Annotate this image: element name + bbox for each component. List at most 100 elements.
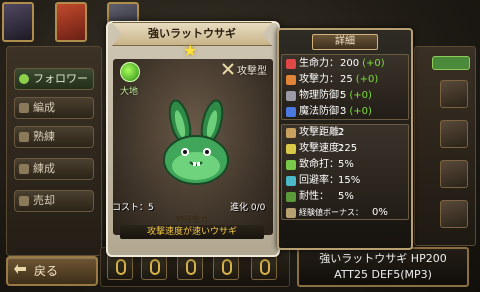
sword-icon bbox=[286, 75, 296, 85]
resist-icon bbox=[286, 192, 296, 202]
range-icon bbox=[286, 128, 296, 138]
side-tab-formation[interactable]: 編成 bbox=[14, 97, 94, 119]
stat-row: 経験値ボーナス： 0% bbox=[282, 205, 410, 221]
follower-thumbnail[interactable] bbox=[440, 80, 468, 108]
evolution-label: 進化 0/0 bbox=[230, 203, 266, 213]
equipment-slot[interactable] bbox=[107, 254, 133, 280]
slot-icon bbox=[150, 259, 160, 275]
stat-number: 15% bbox=[338, 175, 361, 186]
magic-shield-icon bbox=[286, 107, 296, 117]
stat-bonus: (+0) bbox=[362, 58, 385, 69]
element-label: 大地 bbox=[120, 87, 139, 97]
cost-label: コスト：5 bbox=[112, 203, 154, 213]
evasion-icon bbox=[286, 176, 296, 186]
stat-row: 致命打： 5% bbox=[282, 157, 410, 173]
stat-row: 攻撃距離： 2 bbox=[282, 125, 410, 141]
stat-number: 5% bbox=[338, 159, 354, 170]
stat-value: 2 bbox=[338, 125, 344, 141]
follower-thumbnail[interactable] bbox=[440, 120, 468, 148]
sell-icon bbox=[19, 196, 29, 206]
stat-bonus: (+0) bbox=[349, 90, 372, 101]
stat-number: 5% bbox=[338, 191, 354, 202]
stat-row: 魔法防御： 3 (+0) bbox=[282, 104, 410, 120]
stat-value: 5% bbox=[338, 157, 354, 173]
side-tab-label: 売却 bbox=[33, 194, 55, 207]
stat-number: 200 bbox=[340, 58, 360, 69]
stat-value: 25 (+0) bbox=[340, 72, 378, 88]
slot-icon bbox=[186, 259, 196, 275]
combat-stats-box: 攻撃距離： 2 攻撃速度： 225 致命打： 5% 回避率： 15% 耐性： 5% 経験値ボーナス：… bbox=[281, 124, 409, 220]
stat-number: 5 bbox=[340, 90, 347, 101]
formation-icon bbox=[19, 103, 29, 113]
heart-icon bbox=[286, 59, 296, 69]
summary-line-1: 強いラットウサギ HP200 bbox=[319, 252, 447, 265]
stat-label: 攻撃力： bbox=[299, 74, 339, 85]
party-portrait-1[interactable] bbox=[2, 2, 34, 42]
side-tab-training[interactable]: 練成 bbox=[14, 158, 94, 180]
follower-thumbnail[interactable] bbox=[440, 160, 468, 188]
slot-icon bbox=[116, 259, 126, 275]
equipment-slot[interactable] bbox=[141, 254, 167, 280]
summary-line-2: ATT25 DEF5(MP3) bbox=[334, 268, 432, 281]
back-button-label: 戻る bbox=[34, 264, 59, 278]
back-button[interactable]: 戻る bbox=[6, 256, 98, 286]
stat-label: 耐性： bbox=[299, 191, 329, 202]
side-tab-mastery[interactable]: 熟練 bbox=[14, 126, 94, 148]
stat-row: 耐性： 5% bbox=[282, 189, 410, 205]
details-tab[interactable]: 詳細 bbox=[312, 34, 378, 50]
side-tab-sell[interactable]: 売却 bbox=[14, 190, 94, 212]
stat-value: 225 bbox=[338, 141, 357, 157]
stat-row: 攻撃力： 25 (+0) bbox=[282, 72, 410, 88]
attack-type-label: 攻撃型 bbox=[237, 66, 267, 77]
side-tab-label: 練成 bbox=[33, 162, 55, 175]
stat-row: 回避率： 15% bbox=[282, 173, 410, 189]
mastery-icon bbox=[19, 132, 29, 142]
selected-unit-summary: 強いラットウサギ HP200 ATT25 DEF5(MP3) bbox=[297, 247, 469, 287]
stat-number: 0% bbox=[372, 207, 388, 218]
speed-icon bbox=[286, 144, 296, 154]
stat-row: 生命力： 200 (+0) bbox=[282, 56, 410, 72]
stat-value: 0% bbox=[372, 205, 388, 221]
stat-value: 15% bbox=[338, 173, 360, 189]
slot-icon bbox=[260, 259, 270, 275]
skill-title: 特殊能力 bbox=[176, 215, 208, 224]
stat-number: 225 bbox=[338, 143, 358, 154]
side-tab-label: フォロワー bbox=[33, 72, 88, 85]
star-icon: ★ bbox=[183, 41, 198, 60]
slot-icon bbox=[222, 259, 232, 275]
exp-bonus-icon bbox=[286, 208, 296, 218]
stat-value: 5% bbox=[338, 189, 354, 205]
stat-bonus: (+0) bbox=[349, 106, 372, 117]
training-icon bbox=[19, 164, 29, 174]
stat-value: 5 (+0) bbox=[340, 88, 372, 104]
skill-description: 攻撃速度が速いウサギ bbox=[120, 225, 264, 239]
stat-number: 25 bbox=[340, 74, 353, 85]
base-stats-box: 生命力： 200 (+0) 攻撃力： 25 (+0) 物理防御： 5 (+0) 魔法防御： 3 (+0… bbox=[281, 54, 409, 120]
follower-icon bbox=[19, 74, 29, 84]
rat-rabbit-monster-icon bbox=[163, 99, 229, 185]
equipment-slot[interactable] bbox=[177, 254, 203, 280]
stat-row: 物理防御： 5 (+0) bbox=[282, 88, 410, 104]
follower-thumbnail[interactable] bbox=[440, 200, 468, 228]
stat-label: 回避率： bbox=[299, 175, 339, 186]
side-tab-label: 編成 bbox=[33, 101, 55, 114]
crossed-swords-icon bbox=[222, 63, 234, 75]
stat-row: 攻撃速度： 225 bbox=[282, 141, 410, 157]
side-tab-follower[interactable]: フォロワー bbox=[14, 68, 94, 90]
stat-label: 生命力： bbox=[299, 58, 339, 69]
equipment-slot[interactable] bbox=[251, 254, 277, 280]
party-portrait-2[interactable] bbox=[55, 2, 87, 42]
stat-bonus: (+0) bbox=[355, 74, 379, 85]
earth-element-icon bbox=[120, 62, 140, 82]
stat-value: 3 (+0) bbox=[340, 104, 372, 120]
side-tab-label: 熟練 bbox=[33, 130, 55, 143]
status-chip[interactable] bbox=[432, 56, 470, 70]
stat-number: 2 bbox=[338, 127, 345, 138]
stat-number: 3 bbox=[340, 106, 347, 117]
stat-value: 200 (+0) bbox=[340, 56, 385, 72]
critical-icon bbox=[286, 160, 296, 170]
arrow-back-icon bbox=[14, 264, 26, 274]
equipment-slot[interactable] bbox=[213, 254, 239, 280]
shield-icon bbox=[286, 91, 296, 101]
stat-label: 経験値ボーナス： bbox=[299, 208, 363, 217]
